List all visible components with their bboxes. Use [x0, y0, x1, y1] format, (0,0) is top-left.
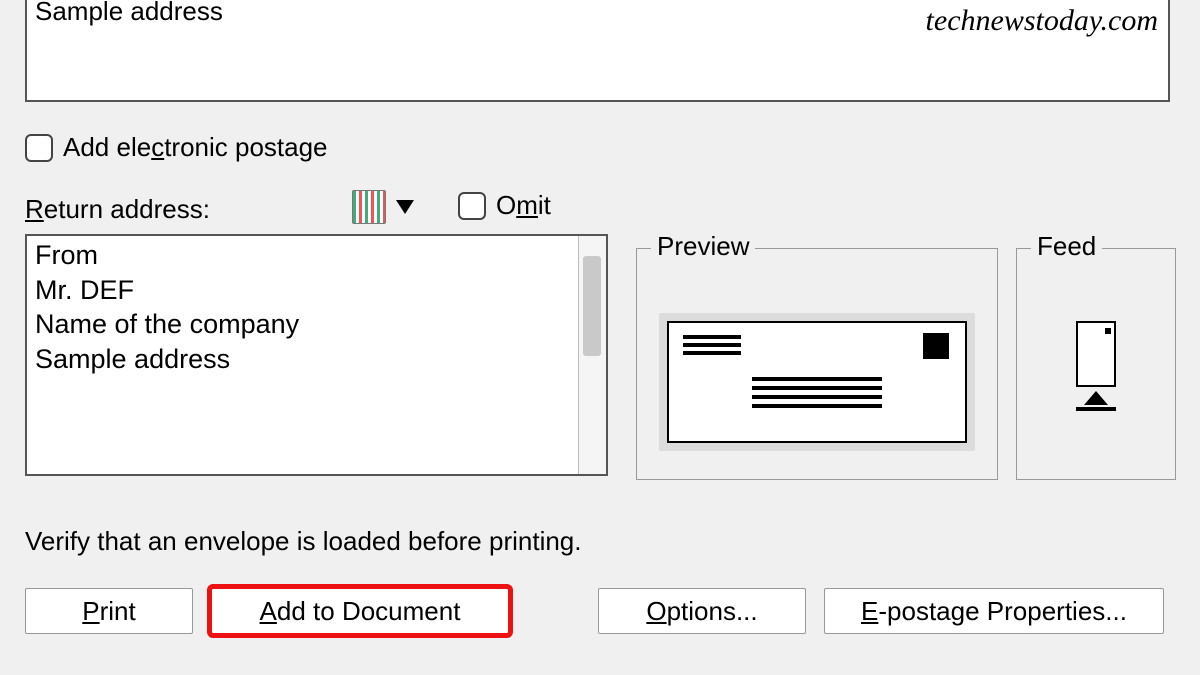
dropdown-icon: [396, 200, 414, 214]
return-address-label: Return address:: [25, 194, 210, 225]
watermark-text: technewstoday.com: [926, 4, 1158, 38]
address-book-icon: [352, 190, 386, 224]
stamp-icon: [923, 333, 949, 359]
return-address-textarea[interactable]: From Mr. DEF Name of the company Sample …: [25, 234, 608, 476]
electronic-postage-label: Add electronic postage: [63, 132, 328, 163]
options-button[interactable]: Options...: [598, 588, 806, 634]
preview-groupbox[interactable]: Preview: [636, 248, 998, 480]
feed-legend: Feed: [1031, 231, 1102, 262]
electronic-postage-checkbox[interactable]: [25, 134, 53, 162]
envelope-preview: [659, 313, 975, 451]
scrollbar[interactable]: [578, 236, 606, 474]
delivery-address-text: Sample address: [35, 0, 223, 26]
omit-label: Omit: [496, 190, 551, 221]
add-to-document-button[interactable]: Add to Document: [211, 588, 509, 634]
feed-icon: [1066, 321, 1126, 411]
epostage-properties-button[interactable]: E-postage Properties...: [824, 588, 1164, 634]
return-lines-icon: [683, 335, 741, 359]
feed-groupbox[interactable]: Feed: [1016, 248, 1176, 480]
address-book-button[interactable]: [352, 190, 414, 224]
print-button[interactable]: Print: [25, 588, 193, 634]
scroll-thumb[interactable]: [583, 256, 601, 356]
return-address-value: From Mr. DEF Name of the company Sample …: [27, 236, 578, 474]
delivery-lines-icon: [752, 377, 882, 413]
omit-checkbox[interactable]: [458, 192, 486, 220]
preview-legend: Preview: [651, 231, 755, 262]
verify-instruction-text: Verify that an envelope is loaded before…: [25, 526, 582, 557]
